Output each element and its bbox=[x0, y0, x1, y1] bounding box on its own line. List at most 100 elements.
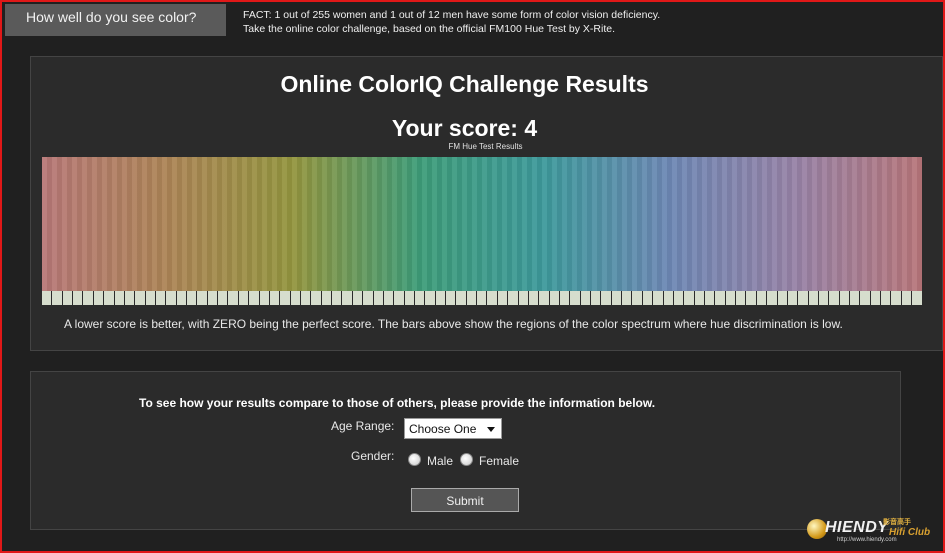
hue-tick bbox=[73, 291, 83, 305]
hue-tick bbox=[363, 291, 373, 305]
hue-tick bbox=[228, 291, 238, 305]
hue-tick bbox=[839, 291, 850, 305]
hue-tick bbox=[373, 291, 383, 305]
hue-tick bbox=[570, 291, 580, 305]
hue-tick bbox=[342, 291, 352, 305]
hue-tick bbox=[767, 291, 777, 305]
hue-tick bbox=[787, 291, 798, 305]
hue-tick bbox=[207, 291, 218, 305]
hue-tick bbox=[166, 291, 176, 305]
hue-tick bbox=[632, 291, 642, 305]
hue-tick bbox=[487, 291, 497, 305]
hue-tick bbox=[404, 291, 414, 305]
hue-tick bbox=[705, 291, 715, 305]
page-title: Online ColorIQ Challenge Results bbox=[280, 71, 649, 97]
hue-tick bbox=[394, 291, 404, 305]
hue-tick bbox=[383, 291, 394, 305]
hue-tick bbox=[456, 291, 466, 305]
hue-tick bbox=[290, 291, 300, 305]
hue-tick bbox=[870, 291, 881, 305]
hue-tick bbox=[466, 291, 477, 305]
hue-tick bbox=[736, 291, 746, 305]
hue-tick bbox=[601, 291, 611, 305]
score-heading: Your score: 4 bbox=[391, 115, 538, 141]
hue-tick bbox=[83, 291, 93, 305]
hue-tick bbox=[756, 291, 767, 305]
window-frame: How well do you see color? FACT: 1 out o… bbox=[0, 0, 945, 553]
hue-tick bbox=[93, 291, 104, 305]
hue-tick bbox=[435, 291, 446, 305]
hue-tick bbox=[124, 291, 135, 305]
age-range-select[interactable]: Choose One bbox=[404, 418, 502, 439]
hue-tick bbox=[818, 291, 829, 305]
hue-tick bbox=[249, 291, 259, 305]
female-radio-label[interactable]: Female bbox=[479, 454, 519, 468]
hue-tick bbox=[497, 291, 508, 305]
chevron-down-icon bbox=[487, 427, 495, 432]
hue-tick bbox=[477, 291, 487, 305]
hue-tick bbox=[891, 291, 901, 305]
hue-tick bbox=[850, 291, 860, 305]
hue-tick bbox=[280, 291, 290, 305]
hue-tick bbox=[155, 291, 166, 305]
hue-tick bbox=[135, 291, 145, 305]
hue-tick bbox=[725, 291, 736, 305]
logo-url: http://www.hiendy.com bbox=[837, 537, 897, 543]
logo-emblem-icon bbox=[807, 519, 827, 539]
hue-tick bbox=[622, 291, 632, 305]
hue-tick bbox=[176, 291, 187, 305]
hue-tick bbox=[746, 291, 756, 305]
hue-tick bbox=[52, 291, 62, 305]
hue-tick bbox=[715, 291, 725, 305]
male-radio-label[interactable]: Male bbox=[427, 454, 453, 468]
hue-tick bbox=[912, 291, 922, 305]
hue-tick bbox=[414, 291, 425, 305]
hue-tick bbox=[62, 291, 73, 305]
age-range-value: Choose One bbox=[409, 422, 477, 436]
hue-tick-strip bbox=[42, 291, 922, 306]
hue-tick bbox=[653, 291, 663, 305]
hue-tick bbox=[684, 291, 694, 305]
hue-tick bbox=[860, 291, 870, 305]
fact-line-1: FACT: 1 out of 255 women and 1 out of 12… bbox=[243, 9, 661, 21]
form-prompt: To see how your results compare to those… bbox=[139, 396, 656, 410]
hue-tick bbox=[591, 291, 601, 305]
fact-line-2: Take the online color challenge, based o… bbox=[243, 23, 615, 35]
hue-tick bbox=[808, 291, 818, 305]
hue-tick bbox=[559, 291, 570, 305]
hue-tick bbox=[311, 291, 321, 305]
hue-tick bbox=[238, 291, 249, 305]
hue-tick bbox=[269, 291, 280, 305]
hue-tick bbox=[332, 291, 342, 305]
hue-tick bbox=[881, 291, 891, 305]
hue-tick bbox=[611, 291, 622, 305]
hue-tick bbox=[197, 291, 207, 305]
demographics-form: To see how your results compare to those… bbox=[30, 371, 901, 530]
logo-brand: HIENDY bbox=[825, 519, 889, 536]
hue-tick bbox=[352, 291, 363, 305]
color-test-tab[interactable]: How well do you see color? bbox=[5, 4, 226, 36]
results-panel: Online ColorIQ Challenge Results Your sc… bbox=[30, 56, 943, 351]
hue-tick bbox=[446, 291, 456, 305]
hue-tick bbox=[528, 291, 539, 305]
age-range-label: Age Range: bbox=[331, 419, 395, 433]
hue-tick bbox=[901, 291, 912, 305]
hue-tick bbox=[42, 291, 52, 305]
hue-spectrum-bar bbox=[42, 157, 922, 291]
hue-tick bbox=[114, 291, 124, 305]
female-radio[interactable] bbox=[460, 453, 473, 466]
logo-subtitle: 影音高手 bbox=[883, 519, 911, 526]
hue-tick bbox=[829, 291, 839, 305]
gender-label: Gender: bbox=[351, 449, 395, 463]
hue-tick bbox=[300, 291, 311, 305]
hue-tick bbox=[259, 291, 269, 305]
fact-text: FACT: 1 out of 255 women and 1 out of 12… bbox=[243, 8, 660, 36]
hue-tick bbox=[321, 291, 332, 305]
score-explanation: A lower score is better, with ZERO being… bbox=[64, 317, 843, 331]
hue-tick bbox=[518, 291, 528, 305]
hue-tick bbox=[145, 291, 155, 305]
hue-tick bbox=[798, 291, 808, 305]
top-bar: How well do you see color? FACT: 1 out o… bbox=[4, 4, 943, 38]
submit-button[interactable]: Submit bbox=[411, 488, 519, 512]
male-radio[interactable] bbox=[408, 453, 421, 466]
